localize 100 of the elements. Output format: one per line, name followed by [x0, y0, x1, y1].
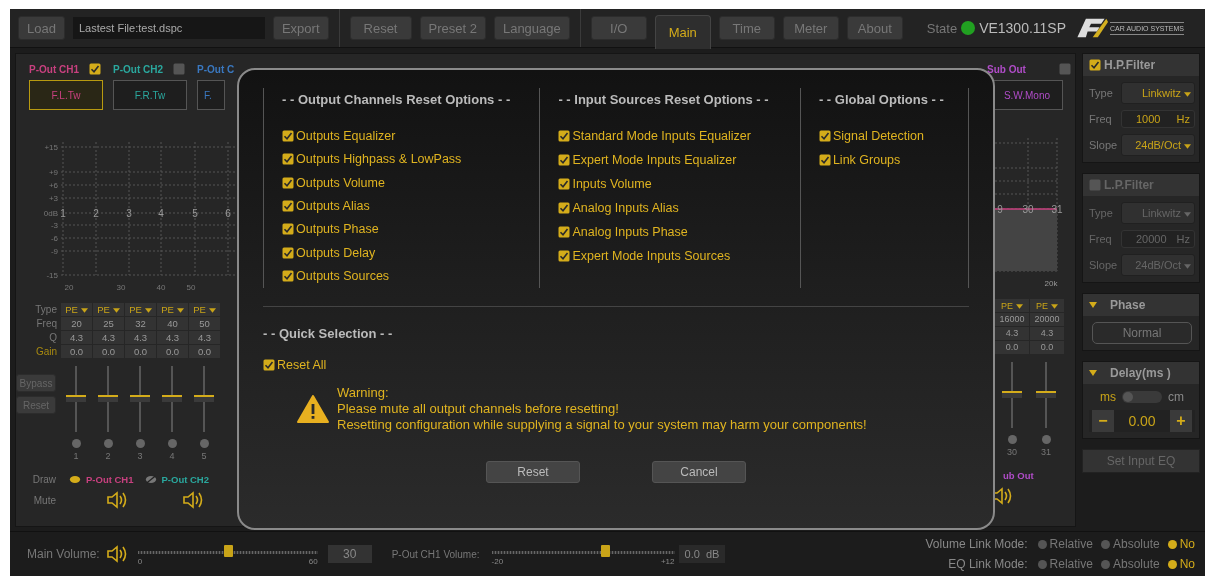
- frequency-field[interactable]: 20000 Hz: [1121, 230, 1195, 248]
- channel-button[interactable]: F.: [197, 80, 225, 110]
- visible-dot-icon[interactable]: [69, 474, 81, 484]
- checkbox[interactable]: [558, 130, 571, 142]
- band-dot[interactable]: [71, 439, 81, 448]
- checkbox[interactable]: [282, 270, 294, 283]
- band-dot[interactable]: [1041, 435, 1051, 444]
- table-cell[interactable]: 0.0: [189, 345, 220, 358]
- band-dot[interactable]: [167, 439, 177, 448]
- slope-dropdown[interactable]: 24dB/Oct: [1121, 134, 1195, 156]
- checkbox[interactable]: [282, 199, 294, 212]
- table-cell[interactable]: 0.0: [93, 345, 124, 358]
- table-cell[interactable]: 4.3: [93, 331, 124, 344]
- table-cell[interactable]: 16000: [995, 313, 1029, 326]
- checkbox[interactable]: [1059, 63, 1071, 75]
- table-cell[interactable]: 20: [61, 317, 92, 330]
- checkbox[interactable]: [818, 154, 831, 166]
- decrement-button[interactable]: −: [1092, 410, 1114, 432]
- gain-slider-thumb[interactable]: [194, 395, 214, 402]
- filter-type-dropdown[interactable]: PE: [61, 303, 92, 316]
- tab[interactable]: About: [846, 16, 903, 40]
- channel-button[interactable]: F.R.Tw: [113, 80, 187, 110]
- option-label[interactable]: Outputs Delay: [296, 245, 376, 260]
- tab[interactable]: I/O: [590, 16, 647, 40]
- table-cell[interactable]: 50: [189, 317, 220, 330]
- table-cell[interactable]: 4.3: [189, 331, 220, 344]
- band-dot[interactable]: [1007, 435, 1017, 444]
- table-cell[interactable]: 25: [93, 317, 124, 330]
- checkbox[interactable]: [1089, 59, 1101, 71]
- filter-type-dropdown[interactable]: PE: [995, 299, 1029, 312]
- table-cell[interactable]: 0.0: [125, 345, 156, 358]
- table-cell[interactable]: 4.3: [995, 327, 1029, 340]
- caret-icon[interactable]: [1089, 302, 1097, 308]
- checkbox[interactable]: [282, 223, 294, 236]
- table-cell[interactable]: 4.3: [157, 331, 188, 344]
- table-cell[interactable]: 40: [157, 317, 188, 330]
- speaker-icon[interactable]: [105, 545, 128, 563]
- phase-button[interactable]: Normal: [1092, 322, 1192, 344]
- gain-slider-thumb[interactable]: [1002, 391, 1022, 398]
- filter-type-dropdown[interactable]: Linkwitz: [1121, 82, 1195, 104]
- checkbox[interactable]: [263, 359, 275, 371]
- filter-type-dropdown[interactable]: PE: [1030, 299, 1064, 312]
- export-button[interactable]: Export: [272, 16, 329, 40]
- option-label[interactable]: Outputs Volume: [296, 175, 385, 190]
- table-cell[interactable]: 0.0: [995, 341, 1029, 354]
- table-cell[interactable]: 4.3: [1030, 327, 1064, 340]
- checkbox[interactable]: [558, 154, 571, 166]
- load-button[interactable]: Load: [18, 16, 65, 40]
- option-label[interactable]: Analog Inputs Alias: [572, 201, 679, 215]
- option-label[interactable]: Signal Detection: [832, 129, 924, 143]
- increment-button[interactable]: +: [1170, 410, 1192, 432]
- option-label[interactable]: Outputs Alias: [296, 198, 370, 213]
- checkbox[interactable]: [173, 63, 185, 75]
- checkbox[interactable]: [558, 226, 571, 238]
- table-cell[interactable]: 32: [125, 317, 156, 330]
- gain-slider-thumb[interactable]: [98, 395, 118, 402]
- table-cell[interactable]: 20000: [1030, 313, 1064, 326]
- checkbox[interactable]: [282, 246, 294, 259]
- speaker-icon[interactable]: [182, 491, 204, 509]
- radio-option[interactable]: Relative: [1037, 537, 1093, 551]
- hidden-eye-icon[interactable]: [144, 474, 157, 484]
- checkbox[interactable]: [558, 178, 571, 190]
- radio-option[interactable]: Relative: [1037, 557, 1093, 571]
- toolbar-button[interactable]: Preset 2: [419, 16, 486, 40]
- table-cell[interactable]: 0.0: [1030, 341, 1064, 354]
- option-label[interactable]: Inputs Volume: [572, 177, 652, 191]
- checkbox[interactable]: [1089, 179, 1101, 191]
- gain-slider-thumb[interactable]: [162, 395, 182, 402]
- filter-type-dropdown[interactable]: PE: [189, 303, 220, 316]
- speaker-icon[interactable]: [106, 491, 128, 509]
- tab[interactable]: Meter: [782, 16, 839, 40]
- option-label[interactable]: Expert Mode Inputs Equalizer: [572, 153, 737, 167]
- radio-option[interactable]: Absolute: [1100, 557, 1160, 571]
- checkbox[interactable]: [89, 63, 101, 75]
- option-label[interactable]: Outputs Phase: [296, 222, 379, 237]
- checkbox[interactable]: [282, 153, 294, 166]
- option-label[interactable]: Outputs Highpass & LowPass: [296, 152, 462, 167]
- band-dot[interactable]: [103, 439, 113, 448]
- option-label[interactable]: Link Groups: [832, 153, 901, 167]
- gain-slider-thumb[interactable]: [66, 395, 86, 402]
- checkbox[interactable]: [282, 176, 294, 189]
- option-label[interactable]: Analog Inputs Phase: [572, 225, 688, 239]
- toolbar-button[interactable]: Reset: [349, 16, 412, 40]
- table-cell[interactable]: 4.3: [61, 331, 92, 344]
- checkbox[interactable]: [282, 129, 294, 142]
- gain-slider-thumb[interactable]: [1036, 391, 1056, 398]
- volume-slider-thumb[interactable]: [223, 544, 233, 557]
- band-dot[interactable]: [199, 439, 209, 448]
- checkbox[interactable]: [558, 250, 571, 262]
- toolbar-button[interactable]: Language: [493, 16, 570, 40]
- channel-button[interactable]: F.L.Tw: [29, 80, 103, 110]
- tab[interactable]: Time: [718, 16, 775, 40]
- table-cell[interactable]: 0.0: [157, 345, 188, 358]
- option-label[interactable]: Outputs Sources: [296, 269, 390, 284]
- caret-icon[interactable]: [1089, 370, 1097, 376]
- table-cell[interactable]: 4.3: [125, 331, 156, 344]
- checkbox[interactable]: [818, 130, 831, 142]
- tab[interactable]: Main: [654, 15, 711, 49]
- option-label[interactable]: Standard Mode Inputs Equalizer: [572, 129, 751, 143]
- frequency-field[interactable]: 1000 Hz: [1121, 110, 1195, 128]
